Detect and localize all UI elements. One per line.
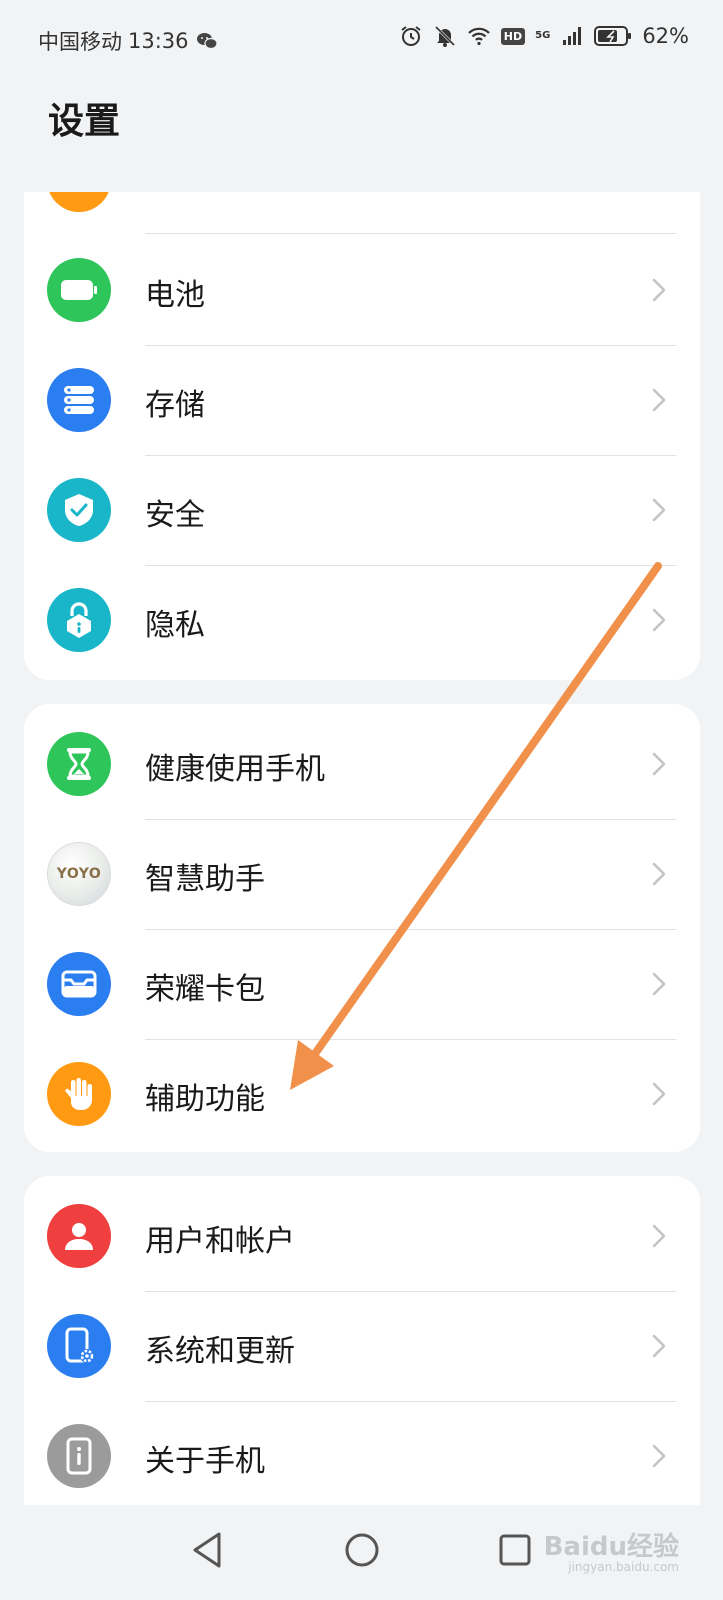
settings-item-label: 安全 [145,498,205,533]
back-triangle-icon [193,1532,221,1568]
settings-item-system-update[interactable]: 系统和更新 [24,1290,700,1402]
settings-item-storage[interactable]: 存储 [24,344,700,456]
chevron-right-icon [652,1224,666,1248]
chevron-right-icon [652,388,666,412]
chevron-right-icon [652,972,666,996]
settings-item-users-accounts[interactable]: 用户和帐户 [24,1180,700,1292]
wechat-icon [196,33,218,50]
status-left: 中国移动 13:36 [38,26,219,56]
settings-item-accessibility[interactable]: 辅助功能 [24,1038,700,1150]
status-bar: 中国移动 13:36 HD 5G 62% [0,0,723,80]
settings-card-device: 电池 存储 安全 隐私 [24,192,700,680]
alarm-icon [401,26,421,46]
battery-status-icon [594,26,632,46]
signal-icon [563,27,582,45]
chevron-right-icon [652,862,666,886]
hd-badge: HD [500,27,526,45]
settings-item-label: 隐私 [145,608,205,643]
yoyo-logo-text: YOYO [56,866,102,882]
clock: 13:36 [128,29,189,53]
hand-icon [47,1062,111,1126]
battery-percent: 62% [642,24,689,48]
settings-item-label: 智慧助手 [145,862,265,897]
recents-square-icon [499,1534,531,1566]
home-button[interactable] [337,1525,387,1575]
user-icon [47,1204,111,1268]
wallet-icon [47,952,111,1016]
settings-item-label: 系统和更新 [145,1334,295,1369]
chevron-right-icon [652,278,666,302]
carrier-name: 中国移动 [38,30,122,54]
page-title: 设置 [48,101,121,142]
battery-icon [47,258,111,322]
settings-item-label: 存储 [145,388,205,423]
chevron-right-icon [652,498,666,522]
settings-item-label: 关于手机 [145,1444,265,1479]
settings-item-label: 电池 [145,278,205,313]
chevron-right-icon [652,752,666,776]
about-phone-icon [47,1424,111,1488]
back-button[interactable] [182,1525,232,1575]
baidu-watermark-url: jingyan.baidu.com [568,1560,679,1574]
status-right: HD 5G 62% [399,24,689,48]
settings-item-about-phone[interactable]: 关于手机 [24,1400,700,1506]
settings-item-label: 用户和帐户 [145,1224,295,1259]
chevron-right-icon [652,608,666,632]
settings-item-label: 健康使用手机 [145,752,325,787]
settings-item-label: 荣耀卡包 [145,972,265,1007]
shield-check-icon [47,478,111,542]
storage-icon [47,368,111,432]
hourglass-icon [47,732,111,796]
settings-item-digital-balance[interactable]: 健康使用手机 [24,708,700,820]
recents-button[interactable] [490,1525,540,1575]
yoyo-icon: YOYO [47,842,111,906]
home-circle-icon [345,1533,379,1567]
settings-item-privacy[interactable]: 隐私 [24,564,700,676]
privacy-lock-icon [47,588,111,652]
settings-item-security[interactable]: 安全 [24,454,700,566]
network-type: 5G [535,30,551,41]
settings-item-yoyo[interactable]: YOYO 智慧助手 [24,818,700,930]
settings-card-system: 用户和帐户 系统和更新 关于手机 [24,1176,700,1506]
wifi-icon [468,27,490,46]
settings-item-battery[interactable]: 电池 [24,234,700,346]
bell-off-icon [434,25,455,47]
settings-card-services: 健康使用手机 YOYO 智慧助手 荣耀卡包 辅助功能 [24,704,700,1152]
chevron-right-icon [652,1334,666,1358]
system-update-icon [47,1314,111,1378]
baidu-watermark: Baidu经验 [543,1532,679,1562]
chevron-right-icon [652,1082,666,1106]
settings-item-label: 辅助功能 [145,1082,265,1117]
settings-item-wallet[interactable]: 荣耀卡包 [24,928,700,1040]
chevron-right-icon [652,1444,666,1468]
partial-row [47,192,111,212]
